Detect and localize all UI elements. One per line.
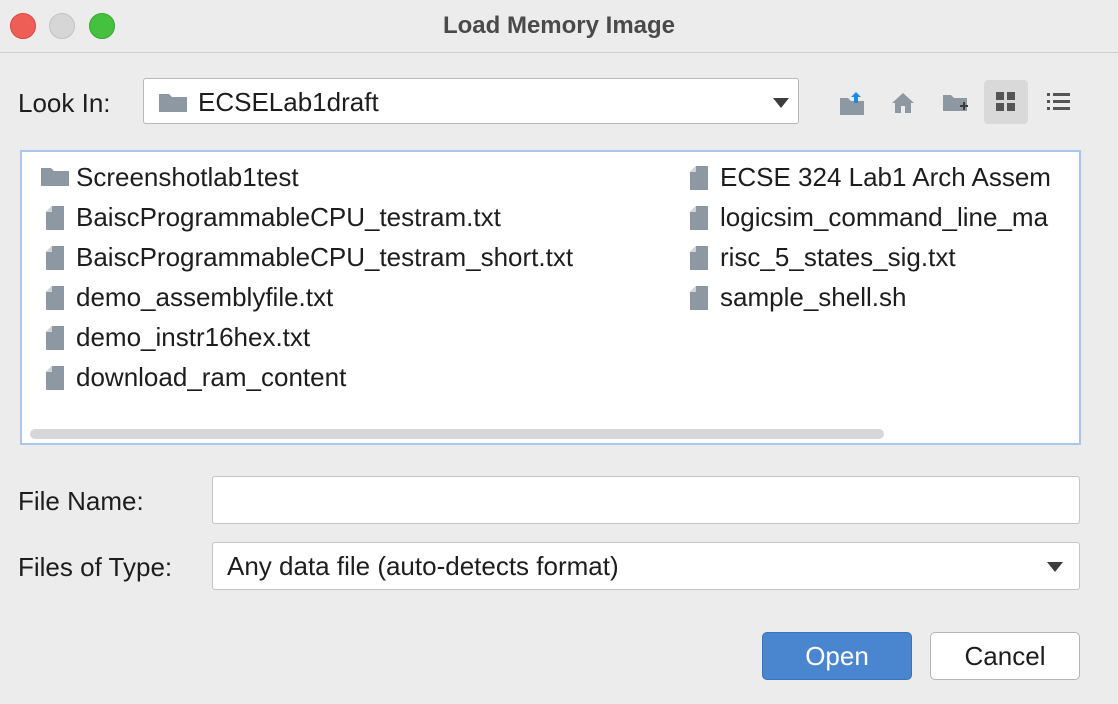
file-name-text: demo_instr16hex.txt bbox=[76, 322, 311, 352]
folder-list-item[interactable]: Screenshotlab1test bbox=[40, 156, 660, 196]
chevron-down-icon bbox=[773, 98, 789, 108]
chevron-down-icon bbox=[1047, 562, 1063, 572]
file-icon bbox=[44, 365, 66, 396]
open-button[interactable]: Open bbox=[762, 632, 912, 680]
file-icon bbox=[688, 205, 710, 236]
file-icon bbox=[44, 285, 66, 316]
file-name-text: sample_shell.sh bbox=[720, 282, 907, 312]
list-view-button[interactable] bbox=[1036, 80, 1080, 124]
file-name-label: File Name: bbox=[18, 486, 144, 516]
file-list-item[interactable]: demo_instr16hex.txt bbox=[40, 316, 660, 356]
file-icon bbox=[44, 325, 66, 356]
file-name-text: logicsim_command_line_ma bbox=[720, 202, 1049, 232]
grid-view-button[interactable] bbox=[984, 80, 1028, 124]
look-in-value: ECSELab1draft bbox=[198, 87, 379, 117]
file-list-item[interactable]: demo_assemblyfile.txt bbox=[40, 276, 660, 316]
file-name-text: ECSE 324 Lab1 Arch Assem bbox=[720, 162, 1051, 192]
horizontal-scrollbar[interactable] bbox=[30, 429, 884, 439]
file-list-item[interactable]: ECSE 324 Lab1 Arch Assem bbox=[684, 156, 1079, 196]
home-icon bbox=[892, 93, 914, 113]
file-name-input[interactable] bbox=[213, 477, 1079, 523]
list-view-icon bbox=[1047, 93, 1070, 110]
file-name-text: download_ram_content bbox=[76, 362, 347, 392]
file-name-text: BaiscProgrammableCPU_testram_short.txt bbox=[76, 242, 574, 272]
file-list-item[interactable]: sample_shell.sh bbox=[684, 276, 1079, 316]
title-bar: Load Memory Image bbox=[0, 0, 1118, 53]
window-title: Load Memory Image bbox=[442, 12, 676, 39]
files-of-type-dropdown[interactable]: Any data file (auto-detects format) bbox=[212, 542, 1080, 590]
up-folder-icon bbox=[840, 92, 864, 115]
file-list-item[interactable]: BaiscProgrammableCPU_testram_short.txt bbox=[40, 236, 660, 276]
new-folder-button[interactable] bbox=[932, 80, 976, 124]
file-list-item[interactable]: BaiscProgrammableCPU_testram.txt bbox=[40, 196, 660, 236]
file-name-field[interactable] bbox=[212, 476, 1080, 524]
new-folder-icon bbox=[943, 95, 968, 111]
look-in-dropdown[interactable]: ECSELab1draft bbox=[143, 78, 799, 124]
folder-icon bbox=[158, 91, 188, 118]
file-icon bbox=[44, 245, 66, 276]
file-name-text: risc_5_states_sig.txt bbox=[720, 242, 956, 272]
cancel-button[interactable]: Cancel bbox=[930, 632, 1080, 680]
folder-icon bbox=[40, 165, 70, 192]
file-name-text: BaiscProgrammableCPU_testram.txt bbox=[76, 202, 501, 232]
file-icon bbox=[688, 245, 710, 276]
files-of-type-value: Any data file (auto-detects format) bbox=[227, 551, 619, 581]
file-list-item[interactable]: logicsim_command_line_ma bbox=[684, 196, 1079, 236]
grid-view-icon bbox=[996, 92, 1015, 111]
up-folder-button[interactable] bbox=[829, 80, 873, 124]
files-of-type-label: Files of Type: bbox=[18, 552, 173, 582]
file-name-text: demo_assemblyfile.txt bbox=[76, 282, 334, 312]
file-icon bbox=[688, 165, 710, 196]
file-list-item[interactable]: risc_5_states_sig.txt bbox=[684, 236, 1079, 276]
file-icon bbox=[44, 205, 66, 236]
look-in-label: Look In: bbox=[18, 88, 111, 118]
file-list[interactable]: Screenshotlab1test BaiscProgrammableCPU_t… bbox=[20, 150, 1081, 445]
file-name-text: Screenshotlab1test bbox=[76, 162, 299, 192]
file-icon bbox=[688, 285, 710, 316]
file-list-item[interactable]: download_ram_content bbox=[40, 356, 660, 396]
home-button[interactable] bbox=[880, 80, 924, 124]
